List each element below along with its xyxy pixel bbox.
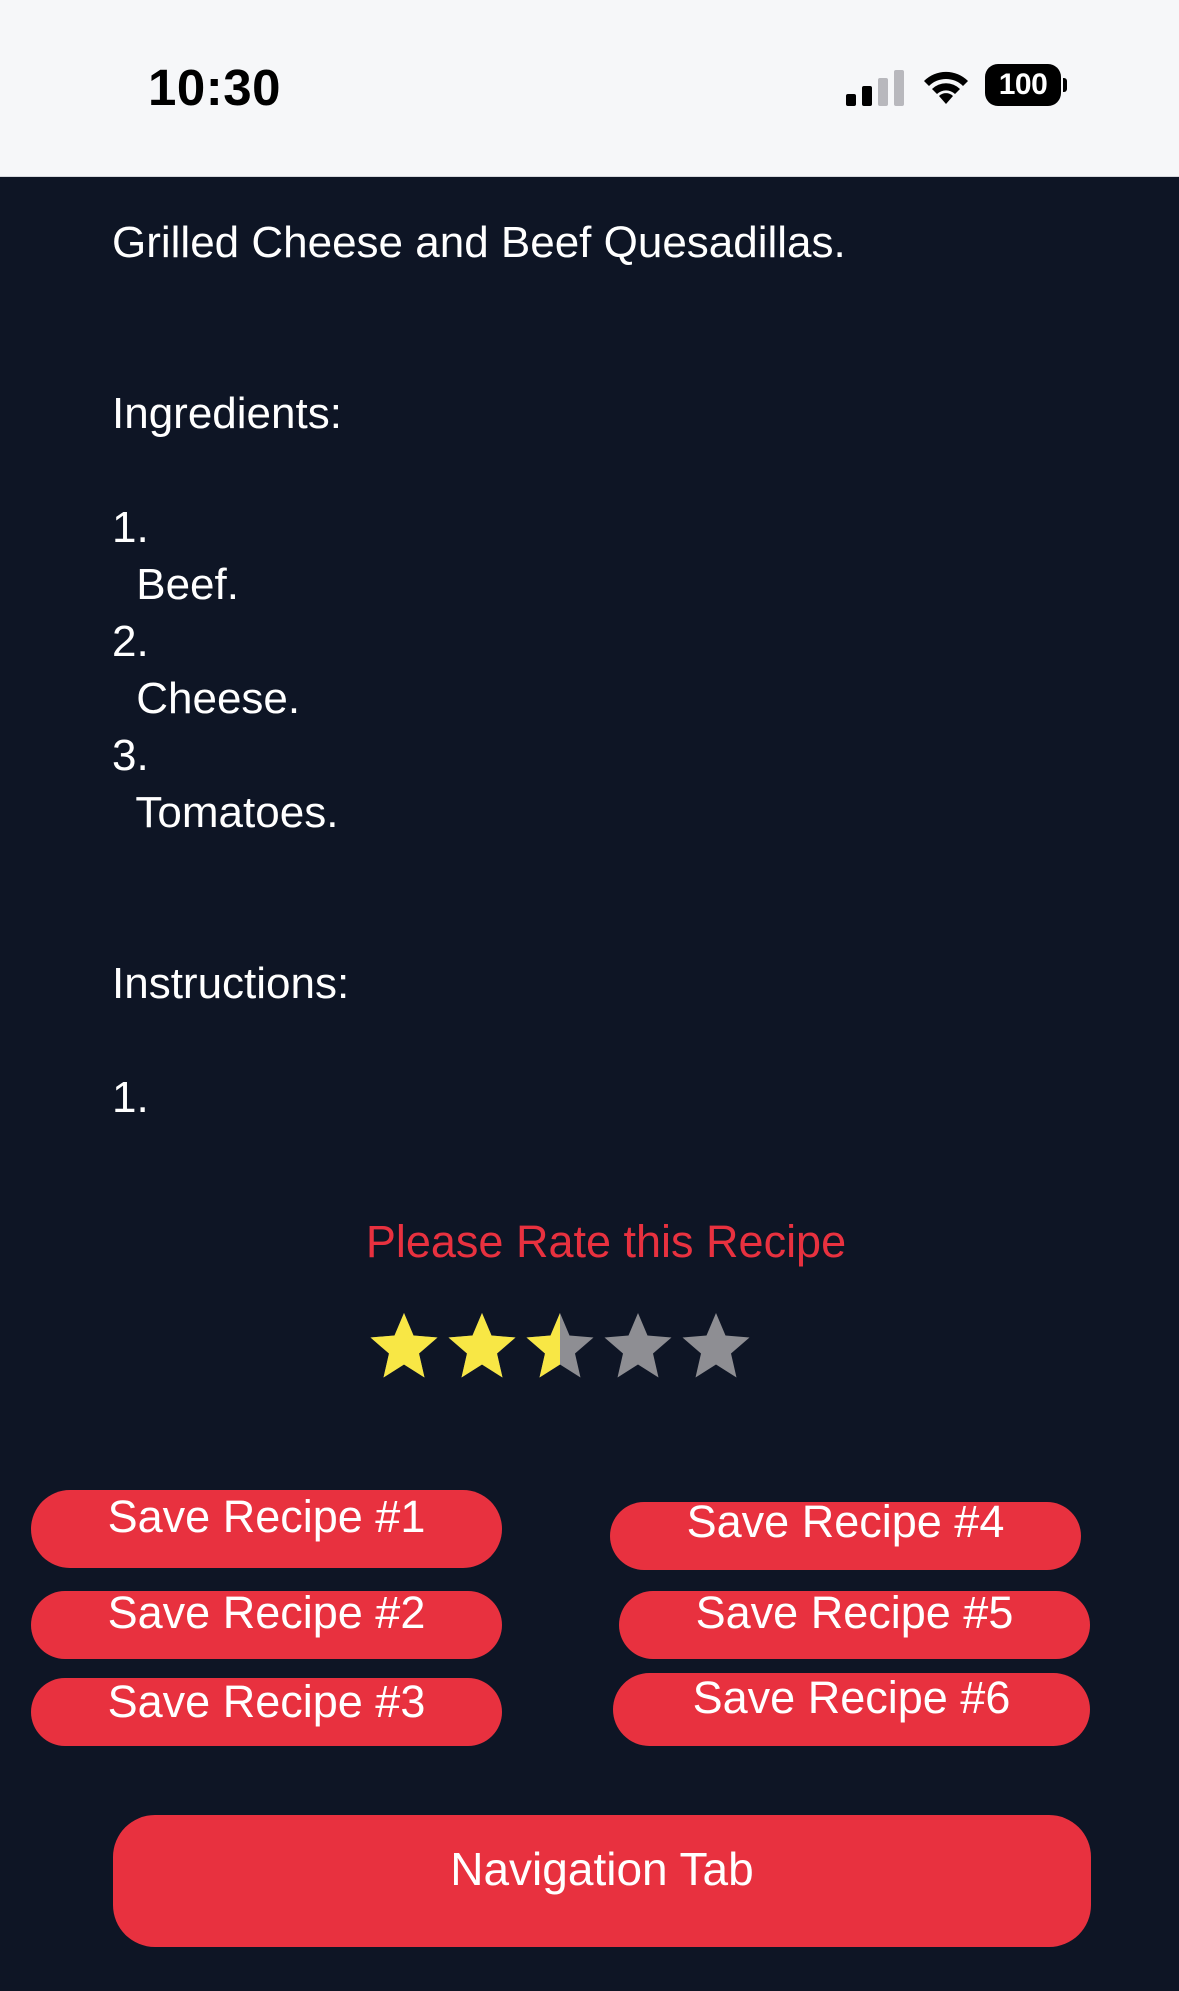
status-bar: 10:30 100: [0, 0, 1179, 177]
ingredient-item: Tomatoes.: [124, 788, 339, 837]
save-recipe-6-button[interactable]: Save Recipe #6: [613, 1672, 1090, 1746]
save-recipe-2-button[interactable]: Save Recipe #2: [31, 1587, 502, 1659]
signal-icon: [846, 70, 904, 106]
wifi-icon: [924, 71, 968, 104]
ingredients-heading: Ingredients:: [112, 389, 342, 438]
battery-icon: 100: [985, 64, 1067, 106]
save-recipe-5-button[interactable]: Save Recipe #5: [619, 1587, 1090, 1659]
ingredient-number: 3.: [112, 731, 149, 780]
status-time: 10:30: [148, 59, 281, 116]
star-icon[interactable]: [680, 1310, 752, 1382]
navigation-tab-button[interactable]: Navigation Tab: [113, 1815, 1091, 1947]
instructions-heading: Instructions:: [112, 959, 350, 1008]
star-icon[interactable]: [602, 1310, 674, 1382]
save-recipe-1-button[interactable]: Save Recipe #1: [31, 1490, 502, 1568]
save-recipe-4-button[interactable]: Save Recipe #4: [610, 1496, 1081, 1570]
ingredient-number: 1.: [112, 503, 149, 552]
save-recipe-3-button[interactable]: Save Recipe #3: [31, 1676, 502, 1746]
ingredient-item: Beef.: [124, 560, 239, 609]
star-icon[interactable]: [446, 1310, 518, 1382]
ingredient-item: Cheese.: [124, 674, 301, 723]
star-icon[interactable]: [524, 1310, 596, 1382]
recipe-title: Grilled Cheese and Beef Quesadillas.: [112, 218, 846, 267]
recipe-text: Grilled Cheese and Beef Quesadillas. Ingr…: [112, 214, 1112, 1126]
rate-prompt: Please Rate this Recipe: [365, 1216, 847, 1267]
battery-level: 100: [998, 68, 1048, 101]
ingredient-number: 2.: [112, 617, 149, 666]
star-icon[interactable]: [368, 1310, 440, 1382]
instruction-number: 1.: [112, 1073, 149, 1122]
